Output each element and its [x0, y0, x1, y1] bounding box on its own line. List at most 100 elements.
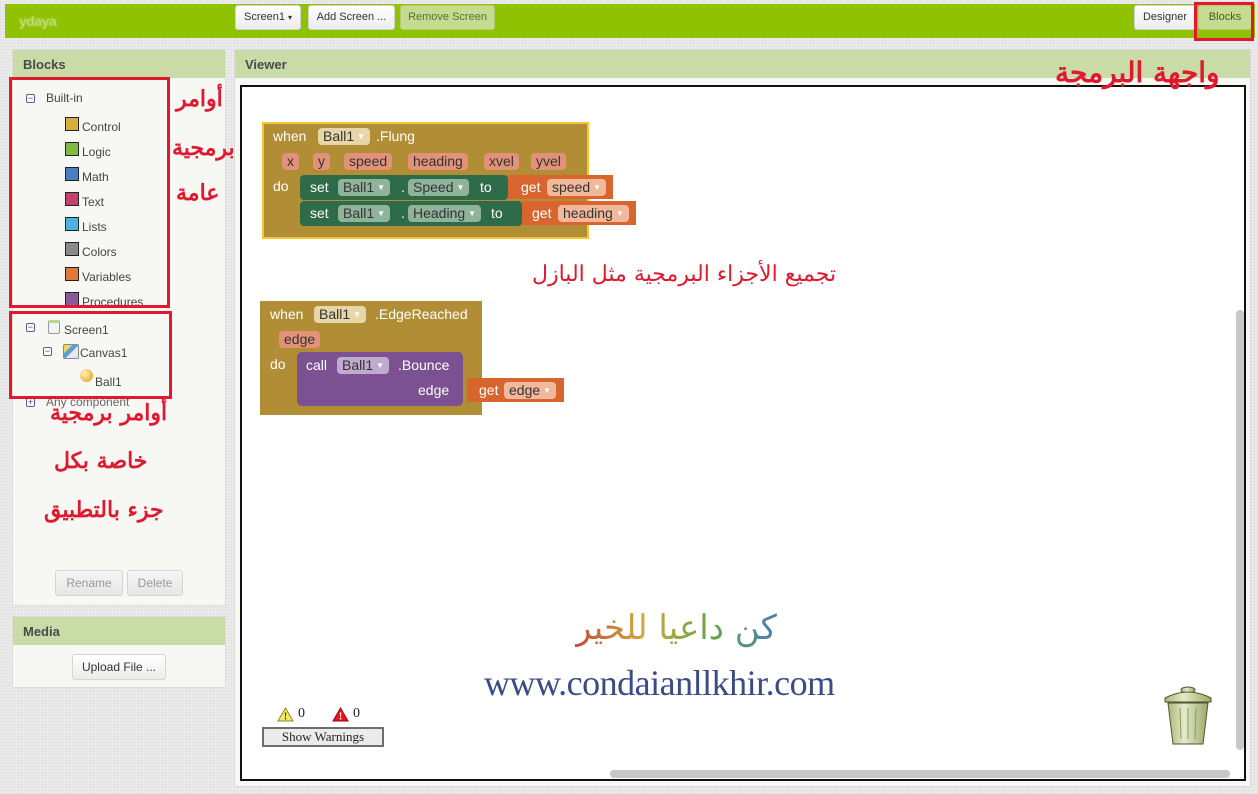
- caret-down-icon: ▾: [287, 13, 292, 22]
- flung-component-label: Ball1: [323, 128, 355, 144]
- warning-count: 0: [298, 706, 305, 721]
- tree-screen1[interactable]: − Screen1: [26, 317, 109, 337]
- get-edge-var-dropdown[interactable]: edge ▼: [504, 382, 557, 399]
- collapse-icon[interactable]: −: [26, 93, 35, 103]
- svg-text:!: !: [339, 711, 342, 722]
- edge-component-dropdown[interactable]: Ball1 ▼: [314, 306, 367, 323]
- call-component-label: Ball1: [342, 357, 374, 373]
- trash-can-icon[interactable]: [1160, 684, 1216, 750]
- category-color-swatch-icon: [65, 217, 79, 231]
- set-heading-property-dropdown[interactable]: Heading ▼: [408, 205, 482, 222]
- dropdown-arrow-icon: ▼: [468, 209, 477, 218]
- builtin-category-text[interactable]: Text: [65, 189, 104, 209]
- edge-do-label: do: [270, 356, 286, 372]
- param-yvel[interactable]: yvel: [531, 153, 566, 170]
- builtin-category-lists[interactable]: Lists: [65, 214, 107, 234]
- call-arg-label: edge: [418, 382, 450, 398]
- dropdown-arrow-icon: ▼: [456, 183, 465, 192]
- category-label: Variables: [82, 270, 132, 284]
- upload-file-button[interactable]: Upload File ...: [72, 654, 166, 680]
- screen-select-label: Screen1: [244, 11, 285, 23]
- category-color-swatch-icon: [65, 117, 79, 131]
- blocks-button[interactable]: Blocks: [1198, 5, 1252, 30]
- workspace-horizontal-scrollbar[interactable]: [610, 770, 1230, 778]
- watermark-arabic: كن داعيا للخير: [575, 608, 777, 648]
- collapse-icon[interactable]: −: [43, 346, 52, 356]
- set-speed-property-label: Speed: [413, 179, 454, 195]
- set-heading-to-label: to: [491, 205, 503, 221]
- remove-screen-button[interactable]: Remove Screen: [400, 5, 495, 30]
- tree-ball1-label: Ball1: [95, 375, 122, 389]
- get-speed-var-dropdown[interactable]: speed ▼: [547, 179, 607, 196]
- delete-button[interactable]: Delete: [127, 570, 183, 596]
- rename-button[interactable]: Rename: [55, 570, 123, 596]
- expand-icon[interactable]: +: [26, 397, 35, 407]
- set-speed-component-label: Ball1: [343, 179, 375, 195]
- flung-component-dropdown[interactable]: Ball1 ▼: [318, 128, 371, 145]
- get-heading-var-dropdown[interactable]: heading ▼: [558, 205, 629, 222]
- category-label: Logic: [82, 145, 111, 159]
- get-heading-var-label: heading: [563, 205, 613, 221]
- dropdown-arrow-icon: ▼: [593, 183, 602, 192]
- param-y[interactable]: y: [313, 153, 330, 170]
- set-speed-to-label: to: [480, 179, 492, 195]
- set-speed-property-dropdown[interactable]: Speed ▼: [408, 179, 470, 196]
- param-x[interactable]: x: [282, 153, 299, 170]
- warning-indicator: ! 0: [277, 706, 305, 722]
- set-speed-component-dropdown[interactable]: Ball1 ▼: [338, 179, 391, 196]
- param-speed[interactable]: speed: [344, 153, 393, 170]
- edge-when-label: when: [270, 306, 304, 322]
- set-heading-property-label: Heading: [413, 205, 466, 221]
- tree-ball1[interactable]: Ball1: [80, 365, 122, 389]
- set-heading-set-label: set: [310, 205, 329, 221]
- tree-canvas1[interactable]: − Canvas1: [43, 342, 127, 360]
- edge-component-label: Ball1: [319, 306, 351, 322]
- category-label: Lists: [82, 220, 107, 234]
- annotation-blocks-interface: واجهة البرمجة: [1055, 56, 1220, 89]
- call-component-dropdown[interactable]: Ball1 ▼: [337, 357, 390, 374]
- category-color-swatch-icon: [65, 242, 79, 256]
- category-color-swatch-icon: [65, 167, 79, 181]
- show-warnings-button[interactable]: Show Warnings: [262, 727, 384, 747]
- set-speed-set-label: set: [310, 179, 329, 195]
- get-speed-get-label: get: [521, 179, 541, 195]
- annotation-puzzle: تجميع الأجزاء البرمجية مثل البازل: [532, 262, 837, 287]
- dropdown-arrow-icon: ▼: [377, 209, 386, 218]
- tree-builtin[interactable]: − Built-in: [26, 91, 83, 105]
- dropdown-arrow-icon: ▼: [615, 209, 624, 218]
- category-label: Text: [82, 195, 105, 209]
- tree-canvas1-label: Canvas1: [80, 346, 128, 360]
- canvas-icon: [63, 343, 79, 359]
- builtin-category-control[interactable]: Control: [65, 114, 121, 134]
- set-speed-dot: .: [401, 179, 405, 195]
- category-color-swatch-icon: [65, 292, 79, 306]
- add-screen-button[interactable]: Add Screen ...: [308, 5, 395, 30]
- dropdown-arrow-icon: ▼: [376, 361, 385, 370]
- annotation-component-1: أوامر برمجية: [50, 400, 168, 426]
- edge-event-name: .EdgeReached: [375, 306, 468, 322]
- param-edge[interactable]: edge: [279, 331, 321, 348]
- annotation-general-1: أوامر: [176, 86, 223, 112]
- workspace-vertical-scrollbar[interactable]: [1236, 310, 1244, 750]
- annotation-general-2: برمجية: [172, 135, 235, 161]
- builtin-category-procedures[interactable]: Procedures: [65, 289, 143, 309]
- designer-button[interactable]: Designer: [1134, 5, 1196, 30]
- flung-event-name: .Flung: [376, 128, 415, 144]
- category-label: Colors: [82, 245, 117, 259]
- screen-select-dropdown[interactable]: Screen1 ▾: [235, 5, 301, 30]
- set-heading-component-dropdown[interactable]: Ball1 ▼: [338, 205, 391, 222]
- param-xvel[interactable]: xvel: [484, 153, 519, 170]
- watermark-url: www.condaianllkhir.com: [484, 663, 835, 703]
- annotation-component-3: جزء بالتطبيق: [44, 497, 164, 523]
- category-color-swatch-icon: [65, 142, 79, 156]
- param-heading[interactable]: heading: [408, 153, 468, 170]
- annotation-component-2: خاصة بكل: [54, 448, 148, 474]
- collapse-icon[interactable]: −: [26, 322, 35, 332]
- builtin-category-logic[interactable]: Logic: [65, 139, 111, 159]
- screen-icon: [48, 320, 60, 334]
- category-label: Math: [82, 170, 109, 184]
- builtin-category-variables[interactable]: Variables: [65, 264, 131, 284]
- builtin-category-colors[interactable]: Colors: [65, 239, 117, 259]
- tree-builtin-label: Built-in: [46, 91, 83, 105]
- builtin-category-math[interactable]: Math: [65, 164, 109, 184]
